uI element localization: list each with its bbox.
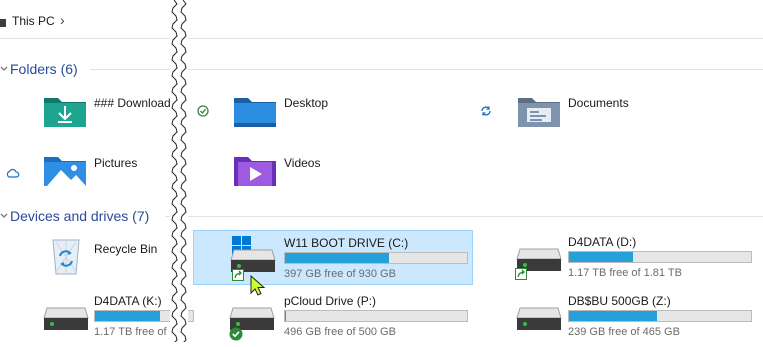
drive-free-space: 397 GB free of 930 GB (284, 268, 396, 280)
documents-folder-icon (517, 92, 561, 133)
drive-item-c[interactable]: W11 BOOT DRIVE (C:) 397 GB free of 930 G… (193, 230, 473, 285)
drive-usage-fill (569, 252, 634, 262)
drive-usage-bar (568, 251, 752, 263)
hard-drive-icon (43, 306, 89, 337)
torn-edge-separator (170, 0, 188, 345)
devices-section-divider (165, 216, 763, 217)
drive-label: W11 BOOT DRIVE (C:) (284, 236, 409, 250)
sync-pending-icon (480, 104, 492, 122)
folder-label: Videos (284, 156, 321, 170)
folder-label: Pictures (94, 156, 138, 170)
download-folder-icon (43, 92, 87, 133)
drive-usage-bar (284, 310, 468, 322)
drive-usage-fill (95, 311, 161, 321)
folder-label: Desktop (284, 96, 329, 110)
drive-label: Recycle Bin (94, 242, 158, 256)
drive-free-space: 1.17 TB free of (94, 326, 167, 338)
folder-label: Documents (568, 96, 629, 110)
desktop-folder-icon (233, 92, 277, 133)
shortcut-overlay-icon (232, 268, 244, 286)
mouse-cursor-icon (250, 274, 266, 302)
folder-label: ### Download (94, 96, 171, 110)
shortcut-overlay-icon (515, 267, 527, 285)
drive-usage-bar (568, 310, 752, 322)
drive-usage-bar (284, 252, 468, 264)
folders-section-divider (90, 69, 763, 70)
recycle-bin-icon (48, 234, 84, 281)
drive-usage-fill (285, 311, 287, 321)
drive-usage-fill (569, 311, 658, 321)
drive-usage-fill (285, 253, 390, 263)
computer-icon (0, 15, 6, 33)
pictures-folder-icon (43, 151, 87, 192)
drive-free-space: 496 GB free of 500 GB (284, 326, 396, 338)
chevron-right-icon[interactable]: › (60, 12, 65, 28)
drive-label: D4DATA (K:) (94, 294, 162, 308)
hard-drive-icon (516, 306, 562, 337)
cloud-icon (6, 165, 20, 183)
address-bar-divider (0, 38, 763, 39)
drive-free-space: 239 GB free of 465 GB (568, 326, 680, 338)
chevron-down-icon[interactable] (0, 208, 8, 226)
drive-label: DB$BU 500GB (Z:) (568, 294, 671, 308)
chevron-down-icon[interactable] (0, 61, 8, 79)
drive-free-space: 1.17 TB free of 1.81 TB (568, 267, 682, 279)
videos-folder-icon (233, 151, 277, 192)
drive-label: pCloud Drive (P:) (284, 294, 377, 308)
folders-section-title[interactable]: Folders (6) (10, 61, 78, 77)
sync-status-available-icon (197, 104, 209, 122)
drive-label: D4DATA (D:) (568, 235, 637, 249)
devices-section-title[interactable]: Devices and drives (7) (10, 208, 149, 224)
breadcrumb-this-pc[interactable]: This PC (12, 14, 55, 28)
synced-check-icon (229, 327, 243, 346)
